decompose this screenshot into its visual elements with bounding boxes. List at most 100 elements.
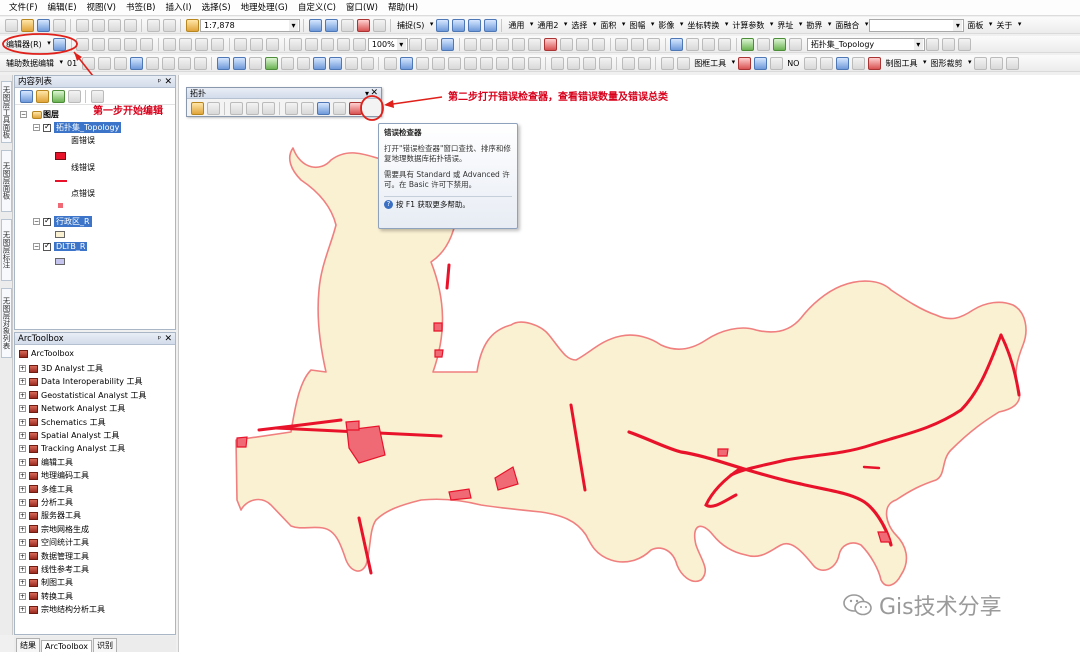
forward-extent-icon[interactable]: [328, 56, 342, 70]
tool-b-icon[interactable]: [480, 37, 494, 51]
arctoolbox-root[interactable]: ArcToolbox: [19, 349, 74, 358]
end-snap-icon[interactable]: [451, 18, 465, 32]
toolbox-item[interactable]: + 服务器工具: [19, 510, 81, 521]
tool-08-icon[interactable]: [550, 56, 564, 70]
tool-12-icon[interactable]: [621, 56, 635, 70]
tool-r-icon[interactable]: [773, 37, 787, 51]
layer-checkbox[interactable]: [43, 216, 51, 226]
no-label[interactable]: NO: [784, 59, 802, 68]
validate-extent-icon[interactable]: [300, 101, 314, 115]
vtab-3[interactable]: 无图层标注: [1, 219, 12, 281]
toolbox-item[interactable]: + 编辑工具: [19, 457, 73, 468]
arctoolbox-window-icon[interactable]: [356, 18, 370, 32]
tool-18-icon[interactable]: [803, 56, 817, 70]
toolbox-item[interactable]: + 线性参考工具: [19, 564, 89, 575]
toolbox-item[interactable]: + 宗地结构分析工具: [19, 604, 105, 615]
collapse-icon[interactable]: −: [33, 124, 40, 131]
toolbox-item[interactable]: + 地理编码工具: [19, 470, 89, 481]
menu-windows[interactable]: 窗口(W): [341, 0, 383, 16]
grid-icon[interactable]: [660, 56, 674, 70]
menu-selection[interactable]: 选择(S): [197, 0, 236, 16]
html-popup-icon[interactable]: [431, 56, 445, 70]
toolbox-item[interactable]: + Tracking Analyst 工具: [19, 443, 125, 454]
georef-icon[interactable]: [289, 37, 303, 51]
map-view[interactable]: [178, 75, 1080, 652]
toc-layer-xzq[interactable]: − 行政区_R: [33, 216, 92, 227]
toolbox-item[interactable]: + 空间统计工具: [19, 537, 89, 548]
vtab-1[interactable]: 无图层工具面板: [1, 81, 12, 143]
zoom-in-icon[interactable]: [216, 56, 230, 70]
tool-k-icon[interactable]: [631, 37, 645, 51]
frame-tools-menu[interactable]: 图框工具: [691, 58, 736, 69]
focus-frame-icon[interactable]: [425, 37, 439, 51]
tool-h-icon[interactable]: [576, 37, 590, 51]
expand-icon[interactable]: +: [19, 552, 26, 560]
map-topology-icon[interactable]: [190, 101, 204, 115]
collapse-icon[interactable]: −: [20, 111, 27, 118]
tool-a-icon[interactable]: [464, 37, 478, 51]
toc-root[interactable]: − 图层: [20, 109, 59, 120]
menu-view[interactable]: 视图(V): [82, 0, 121, 16]
viewer-icon[interactable]: [527, 56, 541, 70]
toolbox-item[interactable]: +3D Analyst 工具: [19, 363, 103, 374]
toc-options-icon[interactable]: [90, 89, 104, 103]
tool-19-icon[interactable]: [819, 56, 833, 70]
tool-17-icon[interactable]: [769, 56, 783, 70]
tool-d-icon[interactable]: [512, 37, 526, 51]
menu-xuanze[interactable]: 选择: [568, 20, 597, 31]
menu-insert[interactable]: 插入(I): [160, 0, 196, 16]
collapse-icon[interactable]: −: [33, 243, 40, 250]
toolbox-item[interactable]: + Network Analyst 工具: [19, 403, 125, 414]
pan-icon[interactable]: [248, 56, 262, 70]
menu-tufu[interactable]: 图幅: [626, 20, 655, 31]
tool-f-icon[interactable]: [544, 37, 558, 51]
toc-window-icon[interactable]: [324, 18, 338, 32]
editor-toolbar-icon[interactable]: [308, 18, 322, 32]
scale-combo[interactable]: 1:7,878: [200, 18, 300, 32]
tool-l-icon[interactable]: [647, 37, 661, 51]
admin-region-polygon[interactable]: [235, 147, 1027, 587]
select-features-icon[interactable]: [344, 56, 358, 70]
expand-icon[interactable]: +: [19, 485, 26, 493]
select-elements-icon[interactable]: [383, 56, 397, 70]
tool-13-icon[interactable]: [637, 56, 651, 70]
vtab-4[interactable]: 无图层对象列表: [1, 288, 12, 358]
graphic-clip-menu[interactable]: 图形裁剪: [927, 58, 972, 69]
tool-i-icon[interactable]: [592, 37, 606, 51]
polygon-error[interactable]: [433, 322, 443, 332]
topology-edit-tool-icon[interactable]: [206, 101, 220, 115]
layer-checkbox[interactable]: [43, 241, 51, 251]
layout-icon[interactable]: [305, 37, 319, 51]
tool-09-icon[interactable]: [566, 56, 580, 70]
zoom-out-icon[interactable]: [232, 56, 246, 70]
select-pointer-icon[interactable]: [670, 37, 684, 51]
list-by-visibility-icon[interactable]: [51, 89, 65, 103]
expand-icon[interactable]: +: [19, 405, 26, 413]
tool-n-icon[interactable]: [702, 37, 716, 51]
back-extent-icon[interactable]: [312, 56, 326, 70]
fixed-zoom-out-icon[interactable]: [296, 56, 310, 70]
show-shared-features-icon[interactable]: [284, 101, 298, 115]
vertex-snap-icon[interactable]: [467, 18, 481, 32]
tool-22-icon[interactable]: [867, 56, 881, 70]
menu-mianronghe[interactable]: 面融合: [832, 20, 869, 31]
zoom-in-layout-icon[interactable]: [353, 37, 367, 51]
list-by-selection-icon[interactable]: [67, 89, 81, 103]
tool-e-icon[interactable]: [528, 37, 542, 51]
tool-24-icon[interactable]: [989, 56, 1003, 70]
tool-p-icon[interactable]: [741, 37, 755, 51]
expand-icon[interactable]: +: [19, 472, 26, 480]
tool-15-icon[interactable]: [737, 56, 751, 70]
menu-yingxiang[interactable]: 影像: [655, 20, 684, 31]
expand-icon[interactable]: +: [19, 539, 26, 547]
tool-16-icon[interactable]: [753, 56, 767, 70]
menu-geoprocessing[interactable]: 地理处理(G): [236, 0, 293, 16]
tab-arctoolbox[interactable]: ArcToolbox: [41, 640, 92, 652]
pin-icon[interactable]: ᵖ: [158, 333, 161, 345]
toolbox-item[interactable]: + 制图工具: [19, 577, 73, 588]
tool-q-icon[interactable]: [757, 37, 771, 51]
expand-icon[interactable]: +: [19, 391, 26, 399]
menu-bookmarks[interactable]: 书签(B): [121, 0, 160, 16]
zoom-whole-page-icon[interactable]: [337, 37, 351, 51]
collapse-icon[interactable]: −: [33, 218, 40, 225]
